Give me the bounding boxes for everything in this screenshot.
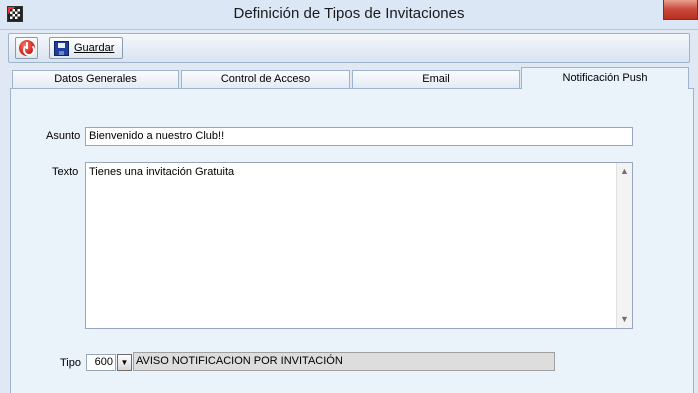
tab-datos-generales[interactable]: Datos Generales (12, 70, 179, 88)
scroll-up-arrow-icon[interactable]: ▲ (617, 164, 632, 179)
exit-button[interactable] (15, 37, 38, 59)
floppy-disk-icon (54, 41, 69, 56)
texto-label: Texto (52, 166, 79, 178)
close-window-button[interactable] (663, 0, 698, 20)
tipo-description-field: AVISO NOTIFICACION POR INVITACIÓN (133, 352, 555, 371)
toolbar: Guardar (8, 33, 690, 63)
scroll-down-arrow-icon[interactable]: ▼ (617, 312, 632, 327)
chevron-down-icon[interactable]: ▼ (117, 354, 132, 371)
tab-notificacion-push[interactable]: Notificación Push (521, 67, 689, 89)
tab-email[interactable]: Email (352, 70, 520, 88)
tipo-label: Tipo (60, 357, 81, 369)
asunto-input[interactable]: Bienvenido a nuestro Club!! (85, 127, 633, 146)
title-bar: Definición de Tipos de Invitaciones (0, 0, 698, 30)
texto-content: Tienes una invitación Gratuita (89, 166, 235, 178)
window-title: Definición de Tipos de Invitaciones (233, 5, 465, 22)
tab-control-de-acceso[interactable]: Control de Acceso (181, 70, 350, 88)
save-button-label: Guardar (74, 42, 115, 54)
tipo-code-field[interactable]: 600 (86, 354, 116, 371)
asunto-label: Asunto (46, 130, 81, 142)
save-button[interactable]: Guardar (49, 37, 123, 59)
power-icon (19, 40, 35, 56)
texto-scrollbar[interactable]: ▲ ▼ (616, 163, 632, 328)
texto-textarea[interactable]: Tienes una invitación Gratuita ▲ ▼ (85, 162, 633, 329)
